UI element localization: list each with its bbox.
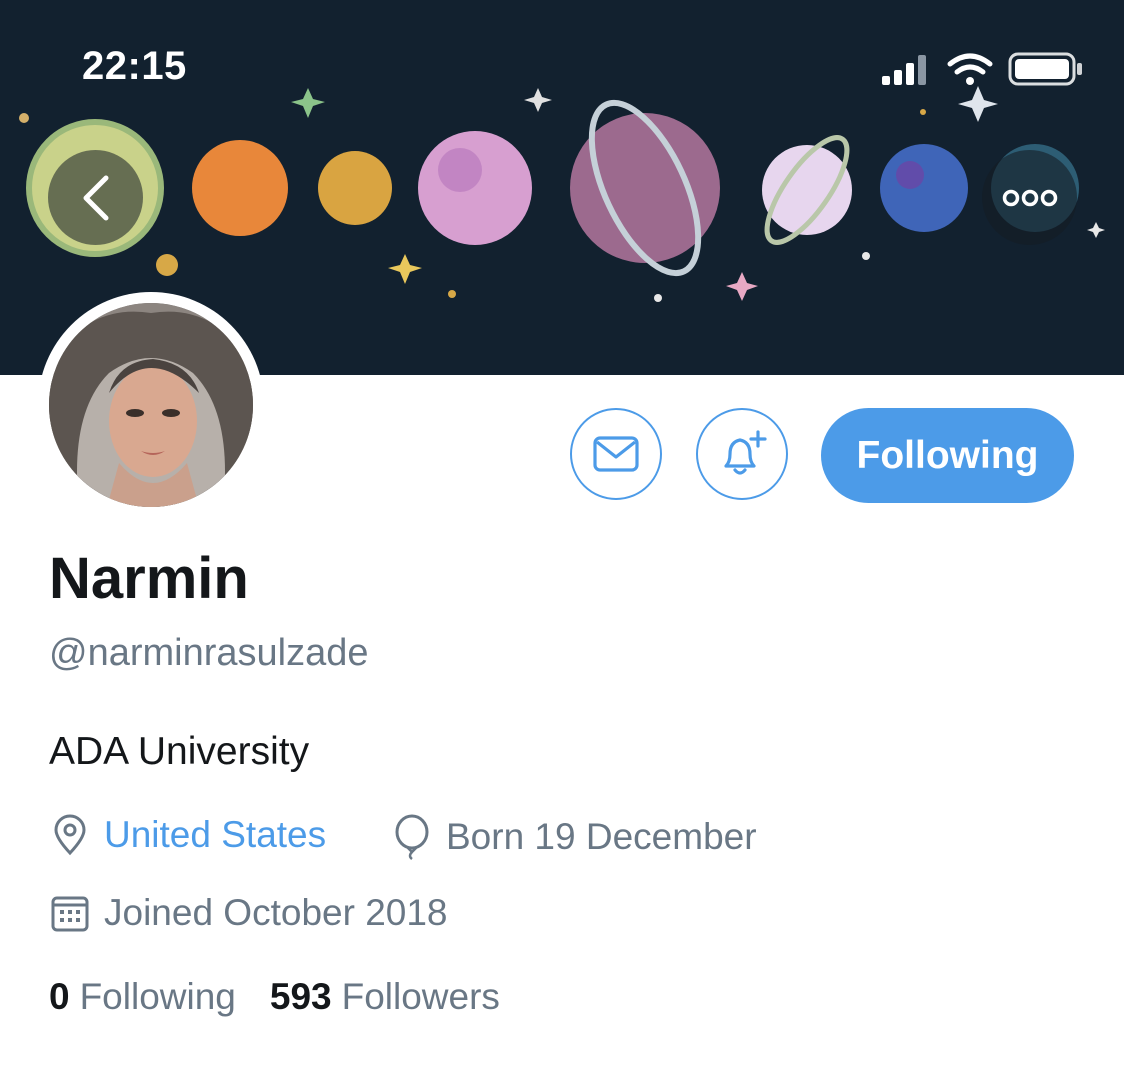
joined-row: Joined October 2018 [50, 892, 448, 934]
profile-name: Narmin [49, 546, 249, 611]
avatar-photo [49, 303, 253, 507]
follow-stats: 0 Following 593 Followers [49, 976, 500, 1018]
calendar-icon [50, 893, 90, 933]
joined-text: Joined October 2018 [104, 892, 448, 933]
notifications-button[interactable] [696, 408, 788, 500]
mail-icon [593, 436, 639, 472]
followers-label: Followers [341, 976, 500, 1017]
chevron-left-icon [83, 175, 108, 220]
avatar[interactable] [38, 292, 264, 518]
back-button[interactable] [48, 150, 143, 245]
following-label: Following [79, 976, 236, 1017]
birthday-row: Born 19 December [392, 814, 757, 860]
status-indicators [882, 52, 1082, 86]
profile-bio: ADA University [49, 730, 310, 773]
profile-handle: @narminrasulzade [49, 632, 369, 674]
birthday-text: Born 19 December [446, 816, 757, 857]
bell-plus-icon [724, 430, 767, 475]
following-stat[interactable]: 0 Following [49, 976, 236, 1018]
balloon-icon [392, 814, 432, 860]
following-count: 0 [49, 976, 70, 1017]
location-row: United States [50, 814, 326, 856]
wifi-icon [947, 53, 993, 85]
location-pin-icon [50, 814, 90, 856]
location-link[interactable]: United States [104, 814, 326, 856]
profile-screen: 22:15 Following Narmin @narminrasulzade … [0, 0, 1124, 1068]
status-time: 22:15 [82, 44, 187, 88]
message-button[interactable] [570, 408, 662, 500]
followers-count: 593 [269, 976, 332, 1017]
battery-icon [1008, 52, 1082, 86]
following-button[interactable]: Following [821, 408, 1074, 503]
more-horizontal-icon [1002, 189, 1057, 206]
followers-stat[interactable]: 593 Followers [270, 976, 500, 1018]
signal-icon [882, 55, 926, 85]
more-options-button[interactable] [982, 150, 1077, 245]
